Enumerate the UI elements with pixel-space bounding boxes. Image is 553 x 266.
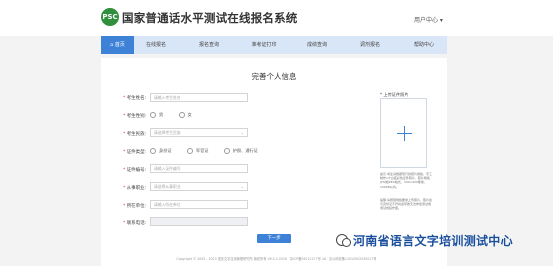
nav-help-center[interactable]: 帮助中心 xyxy=(404,36,444,54)
nav-online-registration[interactable]: 在线报名 xyxy=(136,36,176,54)
watermark: 河南省语言文字培训测试中心 xyxy=(336,229,513,251)
next-step-button[interactable]: 下一步 xyxy=(257,234,291,243)
nav-admission-ticket[interactable]: 准考证打印 xyxy=(242,36,286,54)
id-type-radio-group: 身份证 军官证 护照、通行证 xyxy=(150,148,272,154)
page-title: 完善个人信息 xyxy=(251,72,297,81)
gender-radio-group: 男 女 xyxy=(150,112,206,118)
nation-select[interactable]: 请选择考生民族 ⌄ xyxy=(150,128,248,137)
chevron-down-icon: ⌄ xyxy=(240,130,244,135)
name-input[interactable]: 请输入考生姓名 xyxy=(150,93,248,102)
gender-male-label[interactable]: 男 xyxy=(159,112,163,118)
header: PSC 国家普通话水平测试在线报名系统 用户中心 ▾ xyxy=(0,0,553,36)
nav-adjustment-registration[interactable]: 调剂报名 xyxy=(350,36,390,54)
user-center-link[interactable]: 用户中心 ▾ xyxy=(414,15,443,24)
id-type-officer-label[interactable]: 军官证 xyxy=(196,148,209,154)
psc-logo: PSC xyxy=(101,8,119,26)
gender-male-radio[interactable] xyxy=(150,112,156,118)
footer-copyright: Copyright © 2005 - 2023 语言文字应用管理研究所 版权所有… xyxy=(176,257,377,261)
chevron-down-icon: ⌄ xyxy=(240,184,244,189)
nav-home[interactable]: ⌂ 首页 xyxy=(101,36,134,54)
wechat-icon xyxy=(336,234,351,247)
occupation-select[interactable]: 请选择从事职业 ⌄ xyxy=(150,182,248,191)
photo-upload-box[interactable] xyxy=(380,98,427,168)
phone-input[interactable] xyxy=(150,217,248,226)
id-type-idcard-radio[interactable] xyxy=(150,148,156,154)
id-type-officer-radio[interactable] xyxy=(186,148,193,154)
nav-score-query[interactable]: 成绩查询 xyxy=(297,36,337,54)
nav-registration-query[interactable]: 报名查询 xyxy=(189,36,229,54)
id-type-passport-radio[interactable] xyxy=(223,148,230,154)
watermark-text: 河南省语言文字培训测试中心 xyxy=(353,233,513,248)
id-number-input[interactable]: 请输入证件编号 xyxy=(150,164,248,173)
work-unit-input[interactable]: 请输入所在单位 xyxy=(150,200,248,209)
gender-female-radio[interactable] xyxy=(178,112,185,118)
photo-spec-note: 提示:考生请根据现行的照片规格，手工制作1寸白底彩色证件照片，照片规格JPG或J… xyxy=(380,172,433,189)
site-title: 国家普通话水平测试在线报名系统 xyxy=(122,11,298,25)
main-nav: ⌂ 首页 在线报名 报名查询 准考证打印 成绩查询 调剂报名 帮助中心 xyxy=(101,36,447,54)
photo-warning-note: 提醒:请按照规格要求上传照片，照片如与身份证不符将会导致无法参加测试或测试成绩作… xyxy=(380,198,433,211)
gender-female-label[interactable]: 女 xyxy=(188,112,192,118)
id-type-idcard-label[interactable]: 身份证 xyxy=(159,148,172,154)
id-type-passport-label[interactable]: 护照、通行证 xyxy=(233,148,258,154)
